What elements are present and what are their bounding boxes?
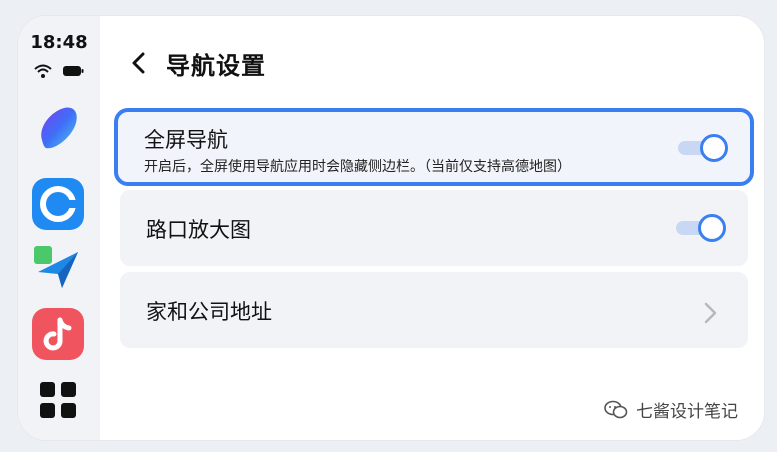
home-work-address-title: 家和公司地址 <box>146 300 272 324</box>
chevron-right-icon <box>704 302 717 324</box>
wechat-icon <box>604 400 628 418</box>
navigation-app-icon[interactable] <box>32 242 84 294</box>
intersection-zoom-setting[interactable]: 路口放大图 <box>120 190 748 266</box>
app-grid-icon[interactable] <box>32 374 84 426</box>
watermark-text: 七酱设计笔记 <box>636 402 738 422</box>
main-panel: 导航设置 全屏导航 开启后，全屏使用导航应用时会隐藏侧边栏。（当前仅支持高德地图… <box>100 16 764 440</box>
fullscreen-nav-setting[interactable]: 全屏导航 开启后，全屏使用导航应用时会隐藏侧边栏。（当前仅支持高德地图） <box>114 108 754 186</box>
toggle-knob <box>698 214 726 242</box>
battery-icon <box>63 66 84 76</box>
fullscreen-nav-title: 全屏导航 <box>144 128 228 152</box>
page-title: 导航设置 <box>166 51 266 80</box>
fullscreen-nav-subtitle: 开启后，全屏使用导航应用时会隐藏侧边栏。（当前仅支持高德地图） <box>144 159 571 175</box>
wifi-icon <box>34 64 52 78</box>
status-time: 18:48 <box>30 32 88 53</box>
music-app-icon[interactable] <box>32 308 84 360</box>
intersection-zoom-title: 路口放大图 <box>146 218 251 242</box>
toggle-knob <box>700 134 728 162</box>
assistant-app-icon[interactable] <box>32 102 84 154</box>
screen-frame: 18:48 导航设置 全屏导航 开启后，全屏使用导航应用时会隐藏侧边栏。（当前仅… <box>18 16 764 440</box>
fullscreen-nav-toggle[interactable] <box>678 134 728 162</box>
back-button[interactable] <box>124 48 154 78</box>
browser-app-icon[interactable] <box>32 178 84 230</box>
status-icons <box>18 64 100 78</box>
intersection-zoom-toggle[interactable] <box>676 214 726 242</box>
home-work-address-setting[interactable]: 家和公司地址 <box>120 272 748 348</box>
watermark: 七酱设计笔记 <box>604 397 738 422</box>
side-dock: 18:48 <box>18 16 100 440</box>
chevron-left-icon <box>132 52 145 74</box>
page-header: 导航设置 <box>124 46 266 80</box>
